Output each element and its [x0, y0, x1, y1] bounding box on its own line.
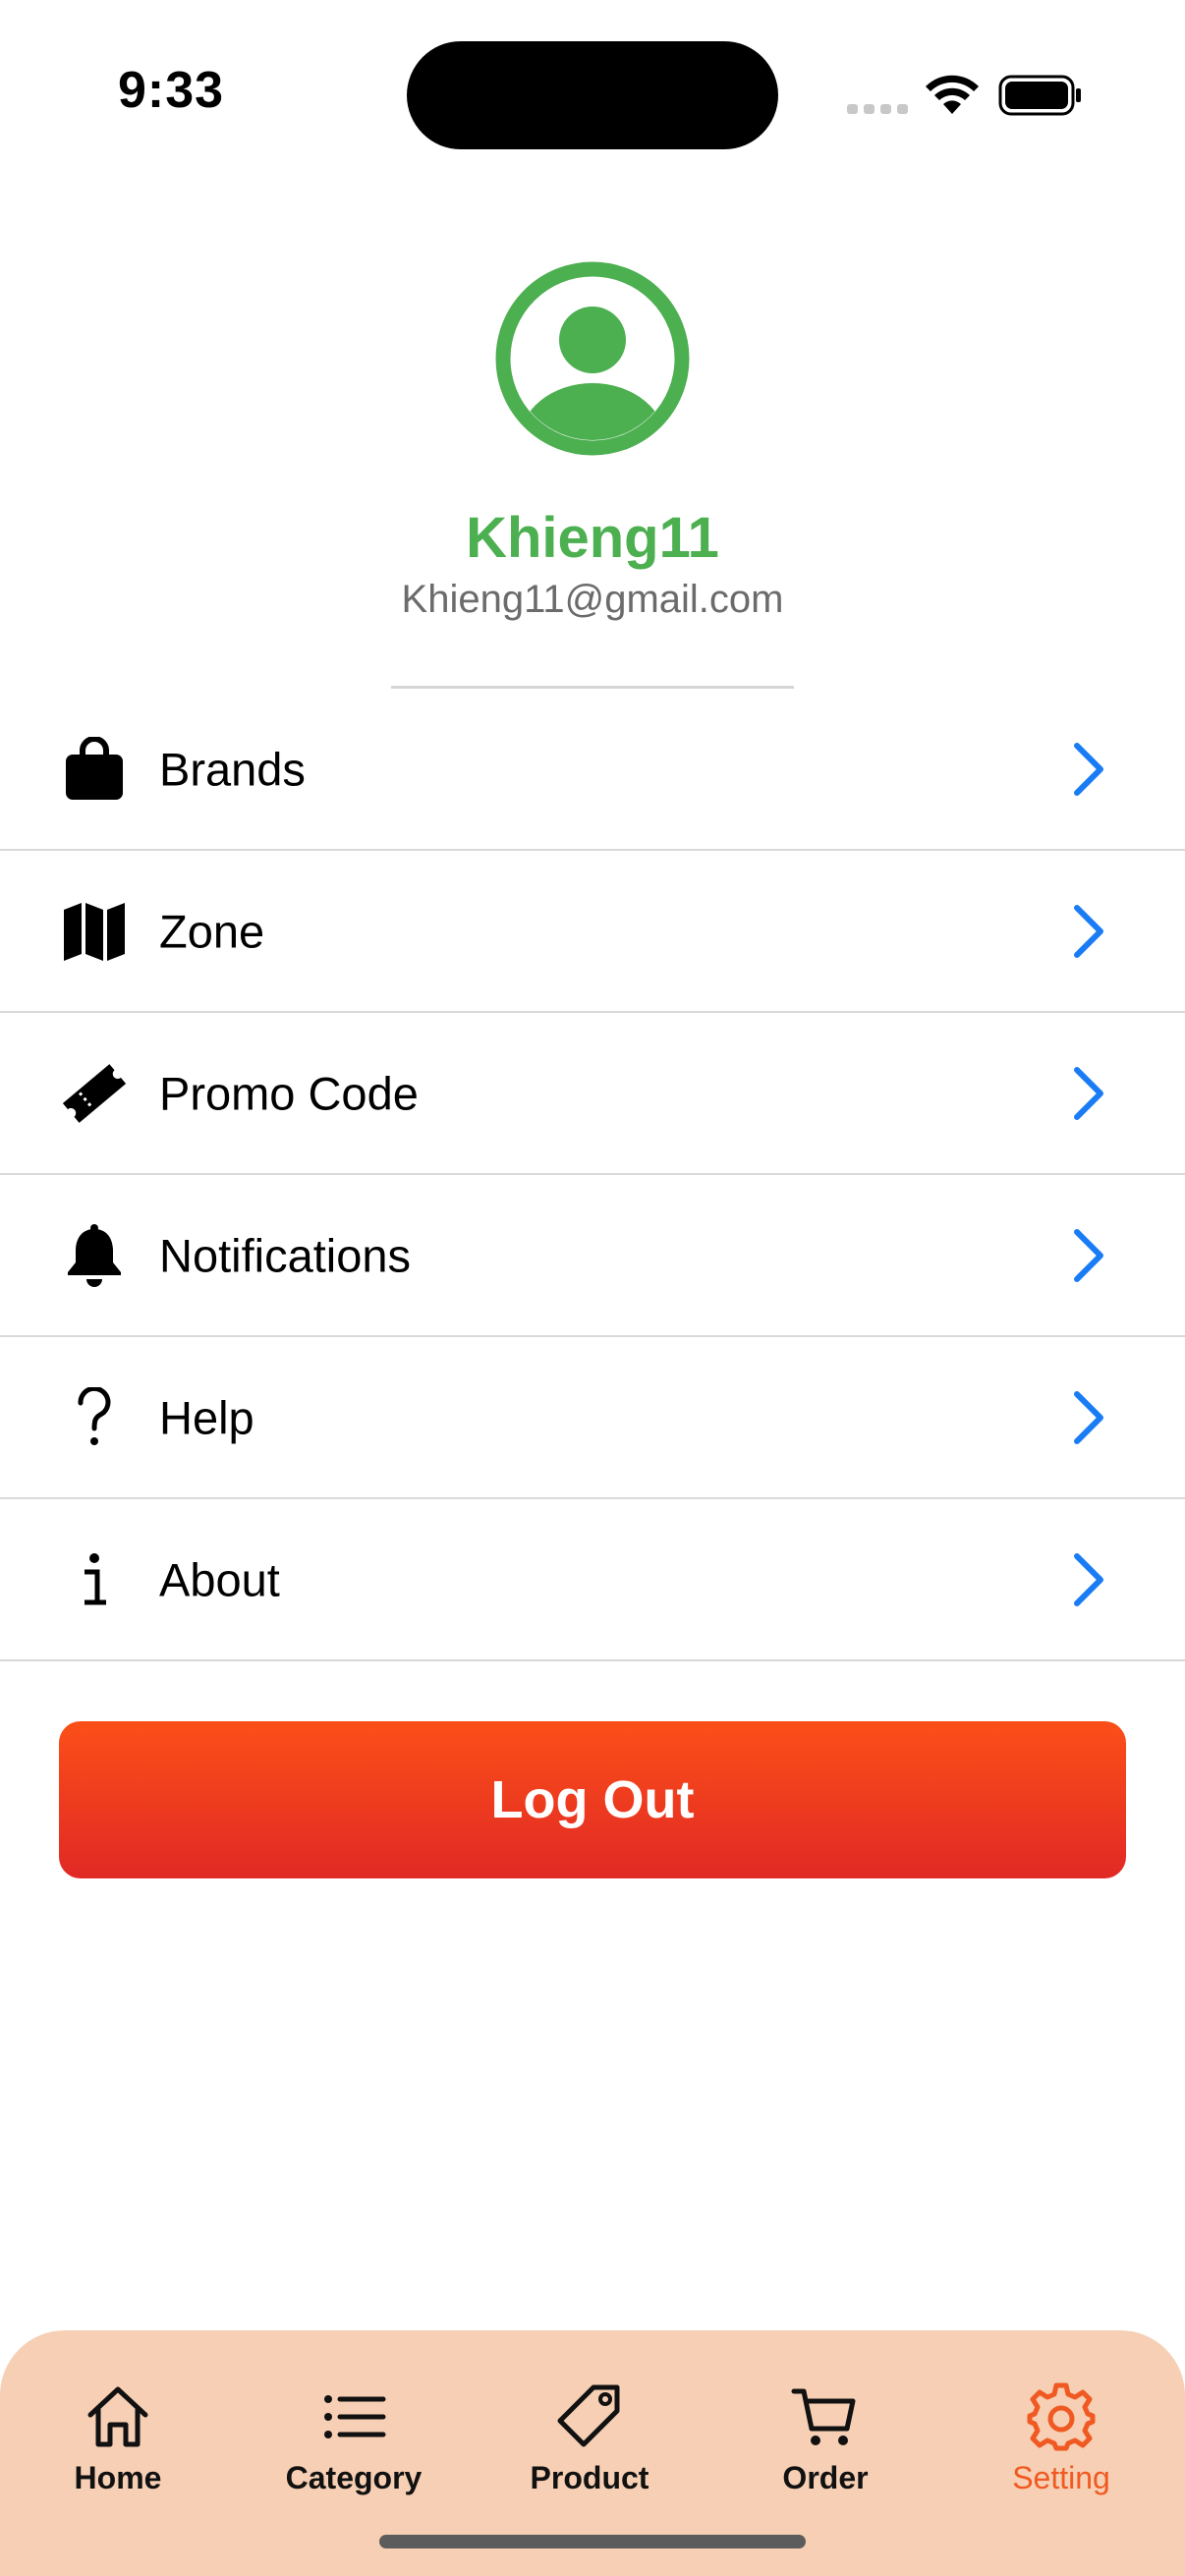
dynamic-island	[407, 41, 778, 149]
profile-name: Khieng11	[466, 506, 719, 570]
chevron-right-icon	[1074, 1552, 1103, 1606]
menu-item-about[interactable]: About	[0, 1499, 1185, 1661]
menu-item-help[interactable]: Help	[0, 1337, 1185, 1499]
cart-icon	[791, 2388, 856, 2445]
tab-label: Product	[530, 2460, 649, 2495]
menu-item-label: Zone	[159, 905, 265, 957]
shopping-bag-icon	[59, 734, 130, 805]
profile-email: Khieng11@gmail.com	[401, 578, 784, 621]
settings-menu: Brands Zone Promo Code Notifications Hel…	[0, 689, 1185, 1661]
chevron-right-icon	[1074, 742, 1103, 796]
bell-icon	[59, 1220, 130, 1291]
menu-item-notifications[interactable]: Notifications	[0, 1175, 1185, 1337]
tab-category[interactable]: Category	[236, 2381, 472, 2519]
chevron-right-icon	[1074, 1228, 1103, 1282]
map-icon	[59, 896, 130, 967]
battery-icon	[998, 75, 1081, 116]
user-avatar-icon	[495, 261, 690, 456]
menu-item-label: Notifications	[159, 1229, 411, 1281]
ticket-icon	[59, 1058, 130, 1129]
menu-item-brands[interactable]: Brands	[0, 689, 1185, 851]
cellular-signal-icon	[847, 104, 908, 114]
menu-item-label: Help	[159, 1391, 254, 1443]
info-icon	[59, 1544, 130, 1615]
wifi-icon	[926, 75, 979, 114]
question-mark-icon	[59, 1382, 130, 1453]
home-icon	[87, 2386, 148, 2447]
tab-home[interactable]: Home	[0, 2381, 236, 2519]
chevron-right-icon	[1074, 1390, 1103, 1444]
chevron-right-icon	[1074, 904, 1103, 958]
tab-setting[interactable]: Setting	[943, 2381, 1179, 2519]
settings-screen: 9:33 Khieng11 Khieng11@gmail.com Brands …	[0, 0, 1185, 2576]
logout-button[interactable]: Log Out	[59, 1721, 1126, 1878]
tab-product[interactable]: Product	[472, 2381, 707, 2519]
menu-item-zone[interactable]: Zone	[0, 851, 1185, 1013]
status-time: 9:33	[118, 62, 225, 119]
menu-item-label: Brands	[159, 743, 306, 795]
menu-item-promo-code[interactable]: Promo Code	[0, 1013, 1185, 1175]
tab-label: Order	[782, 2460, 869, 2495]
tab-label: Category	[285, 2460, 423, 2495]
list-icon	[324, 2395, 386, 2438]
menu-item-label: Promo Code	[159, 1067, 419, 1119]
chevron-right-icon	[1074, 1066, 1103, 1120]
gear-icon	[1027, 2382, 1096, 2451]
tag-icon	[557, 2384, 620, 2447]
menu-item-label: About	[159, 1553, 280, 1605]
home-indicator	[379, 2535, 806, 2548]
tab-order[interactable]: Order	[707, 2381, 943, 2519]
tab-label: Home	[74, 2460, 162, 2495]
tab-label: Setting	[1012, 2460, 1110, 2495]
